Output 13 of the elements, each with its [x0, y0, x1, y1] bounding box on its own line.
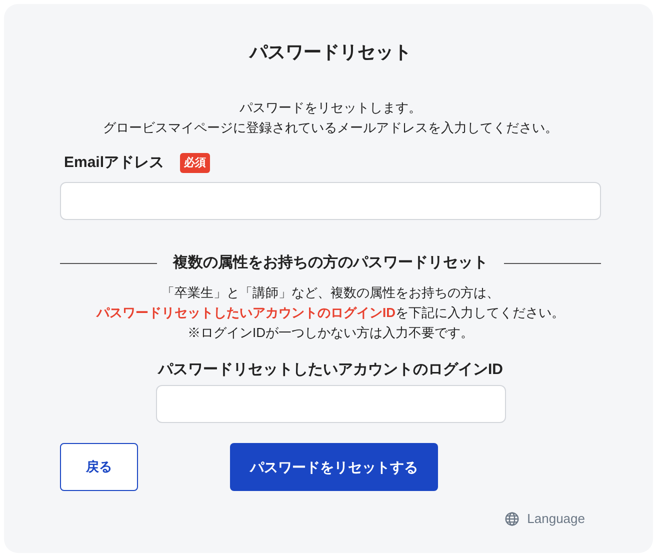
email-input-field[interactable] [60, 182, 601, 220]
field-label: パスワードリセットしたいアカウントのログインID [158, 360, 503, 380]
section-heading: 複数の属性をお持ちの方のパスワードリセット [172, 253, 489, 274]
back-button[interactable]: 戻る [60, 443, 138, 492]
note-text: 「卒業生」と「講師」など、複数の属性をお持ちの方は、 パスワードリセットしたいアカウントのログインIDを下記に入力してください。 ※ログインIDが一つしかない方は入力不要です。 [95, 284, 566, 342]
instruction-text: パスワードをリセットします。 グロービスマイページに登録されているメールアドレスを入力してください。 [102, 98, 559, 137]
reset-password-button[interactable]: パスワードをリセットする [230, 443, 438, 492]
login-id-input-field[interactable] [156, 385, 506, 424]
language-link[interactable]: Language [527, 509, 585, 529]
field-label: Emailアドレス [64, 152, 164, 173]
page-title: パスワードリセット [248, 42, 412, 64]
globe-icon [505, 512, 520, 526]
required-badge: 必須 [180, 152, 210, 174]
